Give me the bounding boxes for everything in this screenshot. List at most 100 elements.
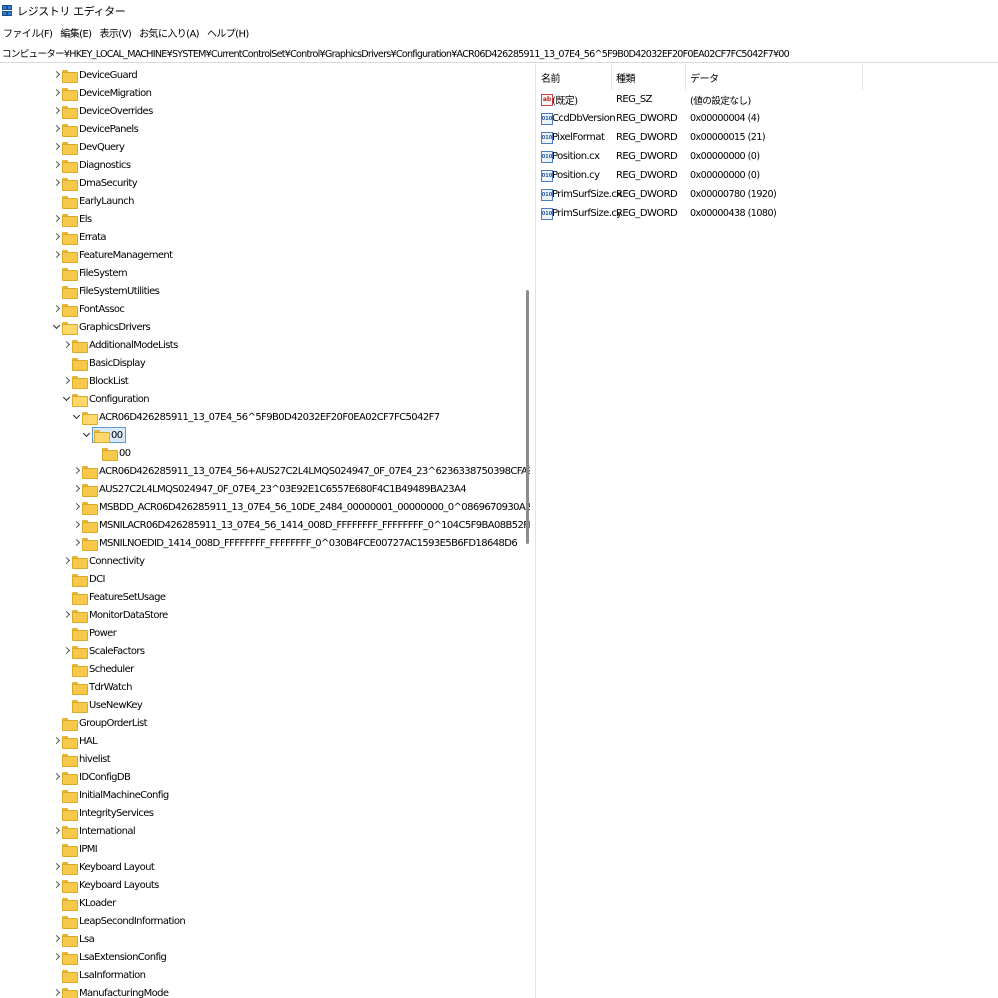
tree-item[interactable]: BasicDisplay (62, 354, 146, 372)
chevron-right-icon[interactable] (72, 502, 82, 512)
tree-item[interactable]: Lsa (52, 930, 95, 948)
tree-item[interactable]: DeviceMigration (52, 84, 152, 102)
chevron-right-icon[interactable] (52, 106, 62, 116)
tree-item[interactable]: FeatureManagement (52, 246, 173, 264)
tree-item[interactable]: 00 (82, 426, 126, 444)
tree-item[interactable]: MonitorDataStore (62, 606, 168, 624)
chevron-right-icon[interactable] (52, 124, 62, 134)
tree-item[interactable]: GraphicsDrivers (52, 318, 151, 336)
tree-item[interactable]: LsaInformation (52, 966, 146, 984)
tree-item[interactable]: ACR06D426285911_13_07E4_56+AUS27C2L4LMQS… (72, 462, 530, 480)
column-header-type[interactable]: 種類 (612, 64, 686, 90)
tree-item[interactable]: ScaleFactors (62, 642, 145, 660)
chevron-right-icon[interactable] (62, 340, 72, 350)
value-row[interactable]: 010 PrimSurfSize.cy REG_DWORD 0x00000438 (1… (537, 204, 998, 223)
chevron-right-icon[interactable] (62, 556, 72, 566)
chevron-right-icon[interactable] (52, 880, 62, 890)
tree-item[interactable]: Els (52, 210, 92, 228)
chevron-right-icon[interactable] (52, 88, 62, 98)
selected-tree-item[interactable]: 00 (92, 427, 126, 443)
tree-item[interactable]: FontAssoc (52, 300, 125, 318)
tree-item[interactable]: InitialMachineConfig (52, 786, 169, 804)
tree-item[interactable]: UseNewKey (62, 696, 143, 714)
chevron-right-icon[interactable] (62, 646, 72, 656)
chevron-right-icon[interactable] (72, 520, 82, 530)
chevron-right-icon[interactable] (52, 988, 62, 998)
chevron-right-icon[interactable] (52, 178, 62, 188)
tree-item[interactable]: IntegrityServices (52, 804, 154, 822)
chevron-right-icon[interactable] (72, 538, 82, 548)
chevron-right-icon[interactable] (52, 250, 62, 260)
tree-item[interactable]: HAL (52, 732, 98, 750)
tree-item[interactable]: DevQuery (52, 138, 125, 156)
chevron-right-icon[interactable] (62, 376, 72, 386)
tree-item[interactable]: Configuration (62, 390, 150, 408)
chevron-right-icon[interactable] (52, 772, 62, 782)
tree-item[interactable]: MSNILNOEDID_1414_008D_FFFFFFFF_FFFFFFFF_… (72, 534, 518, 552)
menu-favorites[interactable]: お気に入り(A) (139, 25, 199, 40)
tree-item[interactable]: DeviceGuard (52, 66, 138, 84)
tree-item[interactable]: DCI (62, 570, 105, 588)
tree-item[interactable]: International (52, 822, 136, 840)
value-row[interactable]: 010 PrimSurfSize.cx REG_DWORD 0x00000780 (1… (537, 185, 998, 204)
tree-item[interactable]: Keyboard Layout (52, 858, 155, 876)
tree-item[interactable]: ManufacturingMode (52, 984, 169, 998)
column-header-data[interactable]: データ (686, 64, 863, 90)
tree-item[interactable]: Keyboard Layouts (52, 876, 159, 894)
chevron-right-icon[interactable] (52, 736, 62, 746)
chevron-right-icon[interactable] (52, 142, 62, 152)
chevron-down-icon[interactable] (82, 430, 92, 440)
chevron-right-icon[interactable] (52, 214, 62, 224)
tree-item[interactable]: Power (62, 624, 117, 642)
chevron-right-icon[interactable] (52, 232, 62, 242)
menu-help[interactable]: ヘルプ(H) (207, 25, 249, 40)
menu-view[interactable]: 表示(V) (99, 25, 131, 40)
tree-item[interactable]: MSBDD_ACR06D426285911_13_07E4_56_10DE_24… (72, 498, 530, 516)
tree-item[interactable]: LeapSecondInformation (52, 912, 186, 930)
tree-item[interactable]: GroupOrderList (52, 714, 148, 732)
chevron-right-icon[interactable] (52, 862, 62, 872)
address-path[interactable]: コンピューター¥HKEY_LOCAL_MACHINE¥SYSTEM¥Curren… (2, 46, 992, 60)
chevron-right-icon[interactable] (52, 952, 62, 962)
tree-item[interactable]: ACR06D426285911_13_07E4_56^5F9B0D42032EF… (72, 408, 440, 426)
chevron-down-icon[interactable] (62, 394, 72, 404)
tree-item[interactable]: BlockList (62, 372, 129, 390)
chevron-right-icon[interactable] (52, 70, 62, 80)
tree-item[interactable]: Diagnostics (52, 156, 131, 174)
tree-item[interactable]: IPMI (52, 840, 98, 858)
tree-item[interactable]: EarlyLaunch (52, 192, 134, 210)
tree-item[interactable]: KLoader (52, 894, 116, 912)
tree-item[interactable]: TdrWatch (62, 678, 133, 696)
tree-item[interactable]: hivelist (52, 750, 111, 768)
chevron-down-icon[interactable] (52, 322, 62, 332)
tree-item[interactable]: LsaExtensionConfig (52, 948, 167, 966)
value-row[interactable]: 010 Position.cx REG_DWORD 0x00000000 (0) (537, 147, 998, 166)
chevron-down-icon[interactable] (72, 412, 82, 422)
address-bar[interactable]: コンピューター¥HKEY_LOCAL_MACHINE¥SYSTEM¥Curren… (0, 43, 998, 63)
tree-item[interactable]: Connectivity (62, 552, 145, 570)
chevron-right-icon[interactable] (62, 610, 72, 620)
value-row[interactable]: 010 Position.cy REG_DWORD 0x00000000 (0) (537, 166, 998, 185)
chevron-right-icon[interactable] (72, 484, 82, 494)
values-pane[interactable]: 名前 種類 データ ab (既定) REG_SZ (値の設定なし) 010 CcdDbVe… (537, 64, 998, 998)
tree-item[interactable]: DmaSecurity (52, 174, 138, 192)
key-tree-pane[interactable]: DeviceGuard DeviceMigration DeviceOverride… (0, 64, 530, 998)
tree-item[interactable]: AUS27C2L4LMQS024947_0F_07E4_23^03E92E1C6… (72, 480, 467, 498)
chevron-right-icon[interactable] (52, 826, 62, 836)
tree-item[interactable]: FeatureSetUsage (62, 588, 166, 606)
tree-item[interactable]: IDConfigDB (52, 768, 131, 786)
value-row[interactable]: ab (既定) REG_SZ (値の設定なし) (537, 90, 998, 109)
chevron-right-icon[interactable] (52, 304, 62, 314)
chevron-right-icon[interactable] (52, 160, 62, 170)
column-header-name[interactable]: 名前 (537, 64, 612, 90)
tree-item[interactable]: FileSystemUtilities (52, 282, 160, 300)
value-row[interactable]: 010 PixelFormat REG_DWORD 0x00000015 (21) (537, 128, 998, 147)
value-row[interactable]: 010 CcdDbVersion REG_DWORD 0x00000004 (4) (537, 109, 998, 128)
tree-item[interactable]: 00 (92, 444, 131, 462)
tree-scrollbar-thumb[interactable] (526, 290, 529, 544)
chevron-right-icon[interactable] (72, 466, 82, 476)
tree-item[interactable]: Scheduler (62, 660, 134, 678)
menu-edit[interactable]: 編集(E) (60, 25, 92, 40)
tree-item[interactable]: DevicePanels (52, 120, 139, 138)
tree-item[interactable]: DeviceOverrides (52, 102, 153, 120)
